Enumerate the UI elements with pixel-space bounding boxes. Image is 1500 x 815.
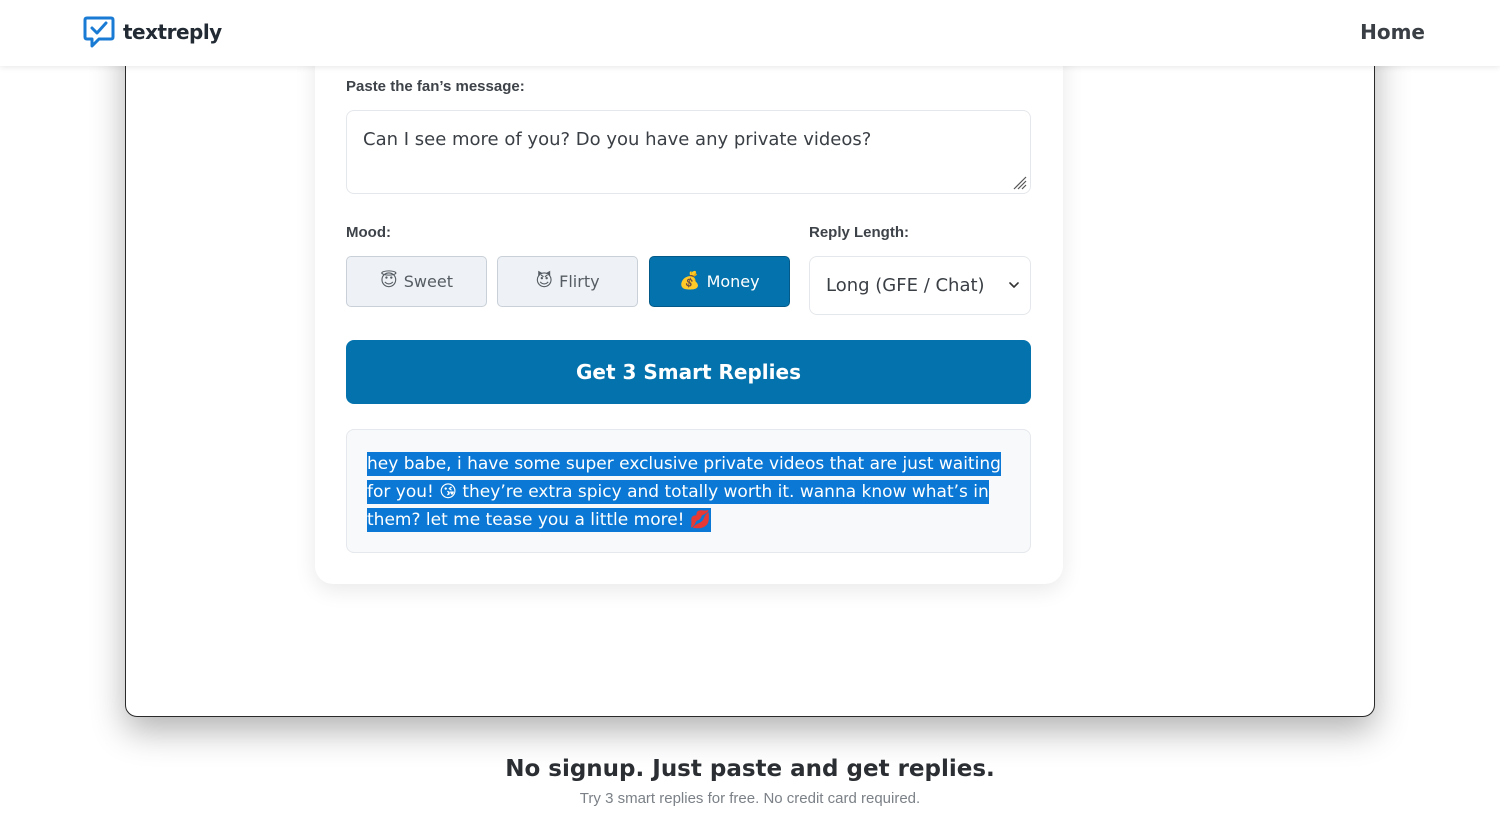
mood-money-button[interactable]: 💰 Money	[649, 256, 790, 307]
fan-message-value: Can I see more of you? Do you have any p…	[363, 129, 872, 150]
message-label: Paste the fan’s message:	[346, 78, 525, 95]
money-bag-icon: 💰	[679, 271, 701, 291]
mood-flirty-label: Flirty	[559, 272, 600, 291]
devil-face-icon: 😈	[535, 271, 554, 291]
footer-subtitle: Try 3 smart replies for free. No credit …	[579, 790, 921, 807]
reply-length-value: Long (GFE / Chat)	[826, 275, 985, 296]
smiling-halo-icon: 😇	[380, 271, 398, 291]
brand-logo[interactable]: textreply	[82, 15, 222, 49]
selected-reply-text: hey babe, i have some super exclusive pr…	[367, 452, 1001, 532]
mood-flirty-button[interactable]: 😈 Flirty	[497, 256, 638, 307]
reply-result-box[interactable]: hey babe, i have some super exclusive pr…	[346, 429, 1031, 553]
reply-length-label: Reply Length:	[809, 224, 909, 241]
resize-grip-icon[interactable]	[1011, 174, 1027, 190]
chat-check-icon	[83, 16, 115, 48]
footer-title: No signup. Just paste and get replies.	[505, 756, 995, 782]
get-replies-button[interactable]: Get 3 Smart Replies	[346, 340, 1031, 404]
site-header: textreply Home	[0, 0, 1500, 66]
mood-sweet-button[interactable]: 😇 Sweet	[346, 256, 487, 307]
brand-name: textreply	[123, 20, 222, 44]
mood-money-label: Money	[706, 272, 760, 291]
chevron-down-icon	[1009, 282, 1019, 288]
mood-sweet-label: Sweet	[403, 272, 453, 291]
reply-text[interactable]: hey babe, i have some super exclusive pr…	[367, 450, 1010, 534]
fan-message-textarea[interactable]: Can I see more of you? Do you have any p…	[346, 110, 1031, 194]
nav-home-link[interactable]: Home	[1360, 20, 1425, 44]
mood-label: Mood:	[346, 224, 391, 241]
reply-length-select[interactable]: Long (GFE / Chat)	[809, 256, 1031, 315]
